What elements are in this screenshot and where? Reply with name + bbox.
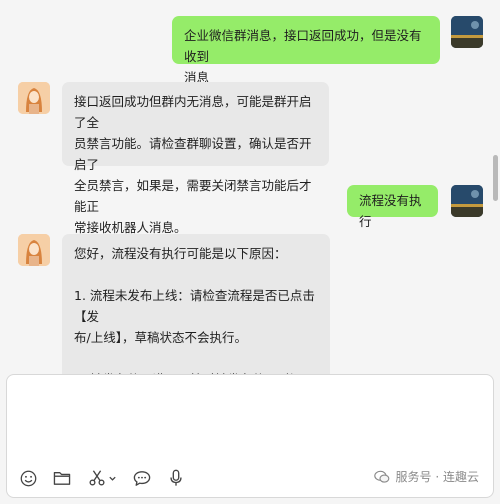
message-composer[interactable]: 服务号 · 连趣云 <box>6 374 494 498</box>
wechat-logo-icon <box>373 470 389 483</box>
emoji-icon[interactable] <box>19 469 37 487</box>
message-bubble-user: 流程没有执行 <box>347 185 438 229</box>
user-avatar[interactable] <box>451 185 483 217</box>
message-bubble-assistant: 接口返回成功但群内无消息，可能是群开启了全 员禁言功能。请检查群聊设置，确认是否… <box>62 82 329 235</box>
composer-toolbar <box>19 469 185 487</box>
message-bubble-user: 企业微信群消息，接口返回成功，但是没有收到 消息 <box>172 16 440 85</box>
microphone-icon[interactable] <box>167 469 185 487</box>
watermark-text: 服务号 · 连趣云 <box>395 470 479 484</box>
scrollbar-thumb[interactable] <box>493 155 498 201</box>
assistant-avatar[interactable] <box>18 82 50 114</box>
user-avatar[interactable] <box>451 16 483 48</box>
assistant-avatar[interactable] <box>18 234 50 266</box>
chat-bubble-icon[interactable] <box>133 469 151 487</box>
watermark: 服务号 · 连趣云 <box>373 468 479 485</box>
folder-icon[interactable] <box>53 469 71 487</box>
message-input[interactable] <box>17 383 481 463</box>
message-bubble-assistant: 您好，流程没有执行可能是以下原因： 1. 流程未发布上线：请检查流程是否已点击【… <box>62 234 330 374</box>
chat-area: 企业微信群消息，接口返回成功，但是没有收到 消息 接口返回成功但群内无消息，可能… <box>0 0 500 374</box>
chevron-down-icon[interactable] <box>108 474 117 483</box>
scissors-icon[interactable] <box>87 469 117 487</box>
